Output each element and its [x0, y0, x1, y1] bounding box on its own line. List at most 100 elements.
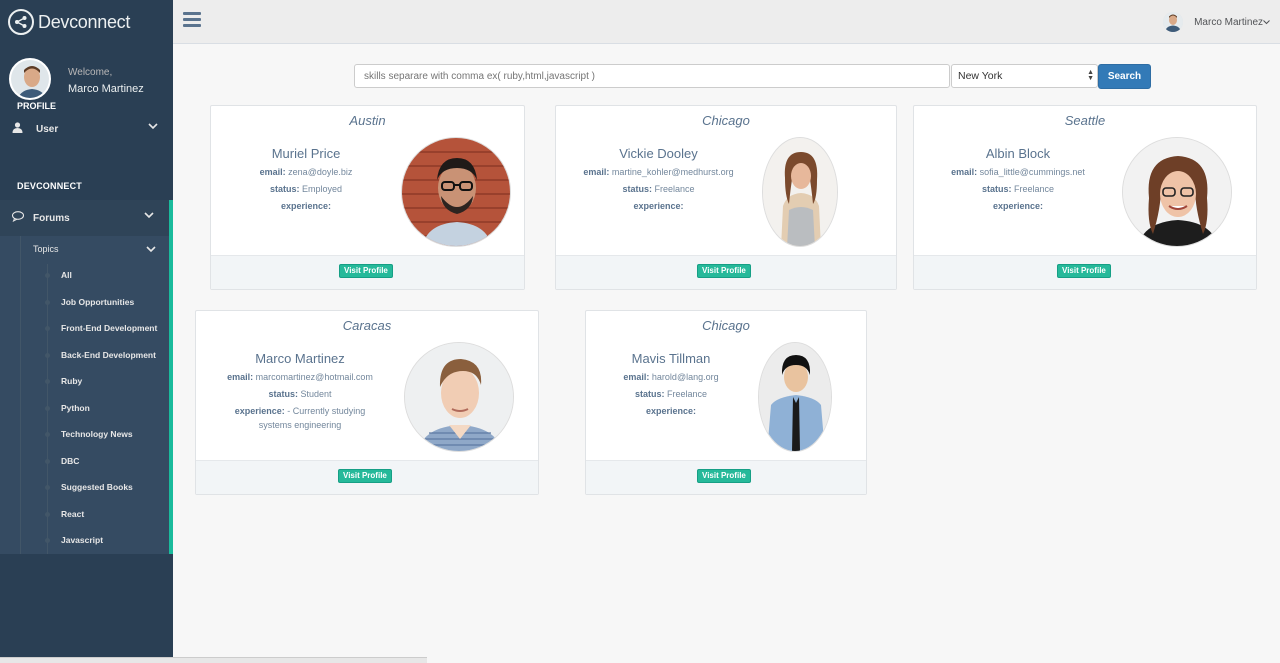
topic-item-ruby[interactable]: Ruby — [61, 376, 82, 386]
avatar — [1163, 12, 1184, 32]
visit-profile-button[interactable]: Visit Profile — [697, 264, 751, 278]
card-person-name: Vickie Dooley — [619, 146, 698, 161]
sidebar-item-label: User — [36, 123, 59, 135]
card-person-name: Muriel Price — [271, 146, 341, 161]
visit-profile-button[interactable]: Visit Profile — [1057, 264, 1111, 278]
card-experience: experience: — [914, 199, 1122, 213]
topics-panel: Topics All Job Opportunities Front-End D… — [0, 236, 173, 554]
section-title: DEVCONNECT — [17, 181, 83, 191]
topic-item-react[interactable]: React — [61, 509, 84, 519]
card-status: status: Freelance — [914, 182, 1122, 196]
tree-dot — [45, 326, 50, 331]
tree-dot — [45, 273, 50, 278]
sidebar-item-forums[interactable]: Forums — [0, 200, 173, 236]
sidebar: Devconnect Welcome, Marco Martinez PROFI… — [0, 0, 173, 663]
tree-dot — [45, 406, 50, 411]
card-experience: experience: — [211, 199, 401, 213]
card-email: email: harold@lang.org — [586, 370, 756, 384]
tree-line — [20, 236, 21, 554]
email-value: harold@lang.org — [651, 372, 719, 382]
developer-card: Chicago Vickie Dooley email: martine_koh… — [555, 105, 897, 290]
topic-item-job-opportunities[interactable]: Job Opportunities — [61, 297, 134, 307]
skills-search-input[interactable] — [354, 64, 950, 88]
card-email: email: martine_kohler@medhurst.org — [556, 165, 761, 179]
card-email: email: sofia_little@cummings.net — [914, 165, 1122, 179]
card-email: email: zena@doyle.biz — [211, 165, 401, 179]
email-label: email: — [623, 372, 650, 382]
city-select-value: New York — [958, 70, 1003, 82]
horizontal-scrollbar[interactable] — [0, 657, 427, 663]
topic-item-dbc[interactable]: DBC — [61, 456, 79, 466]
topic-item-python[interactable]: Python — [61, 403, 90, 413]
profile-name: Marco Martinez — [68, 83, 144, 95]
status-label: status: — [981, 184, 1012, 194]
email-value: martine_kohler@medhurst.org — [611, 167, 734, 177]
chevron-down-icon — [146, 245, 156, 255]
status-label: status: — [634, 389, 665, 399]
email-label: email: — [227, 372, 254, 382]
sidebar-item-label: Forums — [33, 212, 70, 224]
tree-dot — [45, 353, 50, 358]
email-label: email: — [259, 167, 286, 177]
developer-card: Austin Muriel Price email: zena@doyle.bi… — [210, 105, 525, 290]
topic-item-javascript[interactable]: Javascript — [61, 535, 103, 545]
card-city: Chicago — [702, 113, 750, 128]
profile-label[interactable]: PROFILE — [17, 101, 56, 111]
sidebar-item-user[interactable]: User — [0, 114, 173, 144]
top-navbar: Marco Martinez — [173, 0, 1280, 44]
topic-item-technology-news[interactable]: Technology News — [61, 429, 133, 439]
city-select[interactable]: New York ▲ ▼ — [951, 64, 1098, 88]
topic-item-all[interactable]: All — [61, 270, 72, 280]
status-value: Student — [300, 389, 332, 399]
chevron-down-icon — [148, 122, 158, 133]
tree-dot — [45, 538, 50, 543]
card-experience: experience: — [556, 199, 761, 213]
profile-photo — [762, 137, 838, 247]
visit-profile-button[interactable]: Visit Profile — [338, 469, 392, 483]
brand[interactable]: Devconnect — [0, 0, 173, 44]
profile-photo — [401, 137, 511, 247]
welcome-text: Welcome, — [68, 67, 113, 78]
chevron-down-icon — [144, 211, 154, 222]
tree-dot — [45, 300, 50, 305]
brand-name: Devconnect — [38, 11, 131, 32]
visit-profile-button[interactable]: Visit Profile — [339, 264, 393, 278]
card-city: Seattle — [1064, 113, 1106, 128]
card-experience: experience: — [586, 404, 756, 418]
search-button[interactable]: Search — [1098, 64, 1151, 89]
status-label: status: — [268, 389, 298, 399]
developer-card: Seattle Albin Block email: sofia_little@… — [913, 105, 1257, 290]
card-status: status: Freelance — [556, 182, 761, 196]
card-person-name: Mavis Tillman — [631, 351, 711, 366]
card-status: status: Student — [196, 387, 404, 401]
experience-label: experience: — [992, 201, 1044, 211]
user-icon — [12, 122, 26, 136]
topic-item-back-end[interactable]: Back-End Development — [61, 350, 156, 360]
tree-dot — [45, 485, 50, 490]
sidebar-item-topics[interactable]: Topics — [33, 244, 59, 254]
experience-label: experience: — [280, 201, 332, 211]
menu-toggle-icon[interactable] — [183, 12, 201, 28]
card-status: status: Freelance — [586, 387, 756, 401]
select-arrows-icon: ▲ ▼ — [1087, 69, 1094, 82]
card-email: email: marcomartinez@hotmail.com — [196, 370, 404, 384]
profile-photo — [758, 342, 832, 452]
topic-item-suggested-books[interactable]: Suggested Books — [61, 482, 133, 492]
card-status: status: Employed — [211, 182, 401, 196]
avatar[interactable] — [9, 58, 51, 100]
card-person-name: Albin Block — [985, 146, 1051, 161]
visit-profile-button[interactable]: Visit Profile — [697, 469, 751, 483]
share-icon — [8, 9, 34, 35]
status-value: Freelance — [654, 184, 695, 194]
tree-dot — [45, 459, 50, 464]
developer-card: Chicago Mavis Tillman email: harold@lang… — [585, 310, 867, 495]
developer-card: Caracas Marco Martinez email: marcomarti… — [195, 310, 539, 495]
card-city: Caracas — [342, 318, 392, 333]
status-value: Freelance — [667, 389, 708, 399]
topic-item-front-end[interactable]: Front-End Development — [61, 323, 157, 333]
experience-label: experience: — [234, 406, 285, 416]
profile-photo — [404, 342, 514, 452]
profile-block: Welcome, Marco Martinez PROFILE — [0, 44, 173, 114]
user-dropdown[interactable]: Marco Martinez — [1163, 12, 1270, 32]
experience-label: experience: — [633, 201, 684, 211]
